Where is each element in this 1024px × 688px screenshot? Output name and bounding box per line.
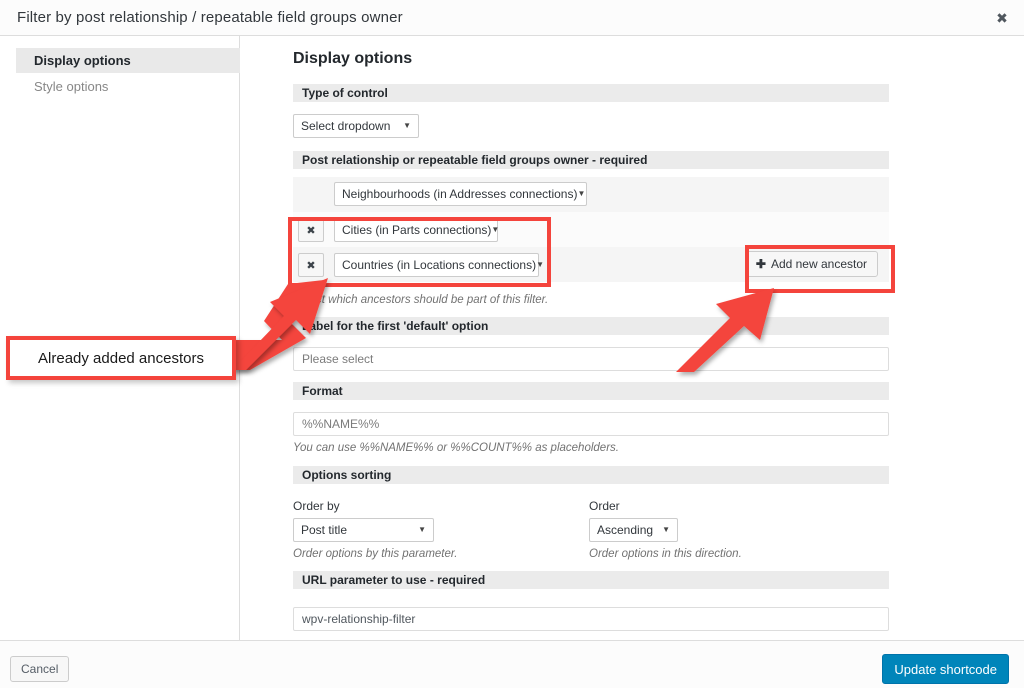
order-help-text: Order options in this direction.	[589, 548, 742, 560]
section-header-default-option: Label for the first 'default' option	[293, 317, 889, 335]
cancel-button[interactable]: Cancel	[10, 656, 70, 682]
section-header-type-of-control: Type of control	[293, 84, 889, 102]
ancestor-select[interactable]: Cities (in Parts connections) ▼	[334, 218, 500, 242]
add-new-ancestor-label: Add new ancestor	[770, 257, 867, 271]
section-header-url-parameter: URL parameter to use - required	[293, 571, 889, 589]
ancestor-select[interactable]: Countries (in Locations connections) ▼	[334, 253, 544, 277]
section-header-owner: Post relationship or repeatable field gr…	[293, 151, 889, 169]
chevron-down-icon: ▼	[491, 225, 500, 234]
format-input[interactable]: %%NAME%%	[293, 412, 889, 436]
close-icon[interactable]: ✖	[988, 5, 1016, 31]
section-header-options-sorting: Options sorting	[293, 466, 889, 484]
order-by-label: Order by	[293, 499, 340, 513]
select-value: Post title	[301, 523, 348, 537]
select-value: Neighbourhoods (in Addresses connections…	[342, 187, 578, 201]
ancestor-row: ✖ Cities (in Parts connections) ▼	[293, 212, 889, 247]
page-title: Display options	[293, 50, 413, 67]
remove-ancestor-icon[interactable]: ✖	[298, 218, 324, 242]
section-header-format: Format	[293, 382, 889, 400]
default-option-input[interactable]: Please select	[293, 347, 889, 371]
plus-icon: ✚	[755, 257, 766, 271]
modal-window: Filter by post relationship / repeatable…	[0, 0, 1024, 688]
chevron-down-icon: ▼	[662, 525, 670, 534]
select-value: Ascending	[597, 523, 654, 537]
select-value: Select dropdown	[301, 119, 391, 133]
modal-titlebar: Filter by post relationship / repeatable…	[0, 0, 1024, 36]
add-new-ancestor-button[interactable]: ✚ Add new ancestor	[744, 251, 878, 277]
modal-body: Display options Style options Display op…	[0, 36, 1024, 640]
select-value: Countries (in Locations connections)	[342, 258, 537, 272]
sidebar-item-label: Style options	[34, 79, 109, 94]
main-panel: Display options Type of control Select d…	[241, 36, 1024, 640]
update-shortcode-button[interactable]: Update shortcode	[882, 654, 1009, 684]
format-help-text: You can use %%NAME%% or %%COUNT%% as pla…	[293, 442, 619, 454]
order-label: Order	[589, 499, 620, 513]
chevron-down-icon: ▼	[536, 260, 545, 269]
modal-title: Filter by post relationship / repeatable…	[17, 9, 403, 26]
sidebar: Display options Style options	[0, 36, 240, 640]
remove-ancestor-icon[interactable]: ✖	[298, 253, 324, 277]
chevron-down-icon: ▼	[577, 189, 586, 198]
order-by-select[interactable]: Post title ▼	[293, 518, 434, 542]
url-parameter-input[interactable]: wpv-relationship-filter	[293, 607, 889, 631]
type-of-control-select[interactable]: Select dropdown ▼	[293, 114, 419, 138]
modal-footer: Cancel Update shortcode	[0, 640, 1024, 688]
sidebar-item-label: Display options	[34, 53, 131, 68]
order-select[interactable]: Ascending ▼	[589, 518, 678, 542]
ancestor-select[interactable]: Neighbourhoods (in Addresses connections…	[334, 182, 587, 206]
sidebar-item-style-options[interactable]: Style options	[16, 74, 240, 99]
ancestor-row: ✖ Countries (in Locations connections) ▼…	[293, 247, 889, 282]
ancestor-row: Neighbourhoods (in Addresses connections…	[293, 177, 889, 212]
chevron-down-icon: ▼	[403, 121, 411, 130]
order-by-help-text: Order options by this parameter.	[293, 548, 458, 560]
owner-help-text: Select which ancestors should be part of…	[293, 294, 549, 306]
sidebar-item-display-options[interactable]: Display options	[16, 48, 240, 73]
select-value: Cities (in Parts connections)	[342, 223, 492, 237]
chevron-down-icon: ▼	[418, 525, 426, 534]
